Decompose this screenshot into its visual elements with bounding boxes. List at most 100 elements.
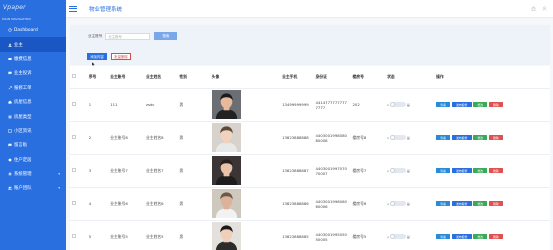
row-select-cell[interactable] [70,220,87,250]
cell-room: 楼房号7 [350,154,386,188]
toggle-knob[interactable] [389,168,395,173]
row-checkbox[interactable] [72,201,76,205]
cell-id-card: 44147777777777777 [313,88,351,122]
row-checkbox[interactable] [72,135,76,139]
cell-account: 111 [108,88,144,122]
row-checkbox[interactable] [72,168,76,172]
row-checkbox[interactable] [72,102,76,106]
status-on-label: 是 [406,168,410,173]
status-toggle[interactable]: x是 [387,168,432,173]
select-all-checkbox[interactable] [72,74,76,79]
table-row: 4 业主账号6 业主姓名6 男 13823888886 44030019960606000… [70,187,550,221]
view-button[interactable]: 查看 [436,102,451,107]
cell-room: 楼房号5 [350,220,386,250]
sidebar-item-4[interactable]: 报修工单 [0,81,66,95]
row-select-cell[interactable] [70,187,87,221]
view-button[interactable]: 查看 [436,234,451,239]
cell-actions: 查看 发布报修 修改 删除 [434,187,550,221]
toggle-track[interactable] [389,102,406,107]
batch-delete-button[interactable]: 批量删除 [111,53,131,60]
chevron-down-icon: ▾ [58,186,60,191]
edit-button[interactable]: 修改 [473,135,488,140]
repair-order-button[interactable]: 发布报修 [451,168,472,173]
sidebar-item-10[interactable]: 系统管理 ▾ [0,167,66,181]
brand: Vpaper [0,0,66,14]
sidebar-item-label: 业主 [14,42,23,48]
status-toggle[interactable]: x是 [387,135,432,140]
toggle-knob[interactable] [389,102,395,107]
lock-icon[interactable] [531,6,536,11]
user-menu-icon[interactable] [542,6,547,11]
sidebar-item-5[interactable]: 房屋信息 [0,95,66,109]
delete-button[interactable]: 删除 [488,234,503,239]
menu-toggle-icon[interactable] [69,5,77,12]
status-toggle[interactable]: x是 [387,234,432,239]
search-button[interactable]: 搜索 [154,32,178,40]
edit-button[interactable]: 修改 [473,234,488,239]
edit-button[interactable]: 修改 [473,102,488,107]
repair-order-button[interactable]: 发布报修 [451,234,472,239]
nav-list: Dashboard 业主缴费信息 业主投诉 报修工单 房屋信息房屋类型小区资讯 留言板住户… [0,23,70,196]
delete-button[interactable]: 删除 [488,102,503,107]
toggle-track[interactable] [389,234,406,239]
cell-status: x是 [385,187,435,221]
repair-order-button[interactable]: 发布报修 [451,102,472,107]
row-checkbox[interactable] [72,234,76,238]
row-select-cell[interactable] [70,154,87,188]
select-all-cell[interactable] [70,66,87,89]
view-button[interactable]: 查看 [436,168,451,173]
filter-row: 业主账号 业主账号 搜索 [88,32,178,40]
settings-icon [8,172,12,176]
sidebar-item-label: 住户定居 [14,157,32,163]
repair-order-button[interactable]: 发布报修 [451,201,472,206]
sidebar-item-2[interactable]: 缴费信息 [0,52,66,66]
repair-order-button[interactable]: 发布报修 [451,135,472,140]
delete-button[interactable]: 删除 [488,135,503,140]
cell-name: 业主姓名5 [144,220,178,250]
sidebar-item-0[interactable]: Dashboard [0,23,66,37]
toggle-knob[interactable] [389,135,395,140]
sidebar-item-6[interactable]: 房屋类型 [0,109,66,123]
view-button[interactable]: 查看 [436,135,451,140]
row-select-cell[interactable] [70,121,87,155]
cell-avatar [209,88,281,122]
toggle-knob[interactable] [389,201,395,206]
view-button[interactable]: 查看 [436,201,451,206]
sidebar-item-1[interactable]: 业主 [0,37,70,52]
toggle-knob[interactable] [389,234,395,239]
edit-button[interactable]: 修改 [473,168,488,173]
cell-room: 楼房号6 [350,187,386,221]
col-header-status: 状态 [385,66,435,89]
add-button[interactable]: 添加内容 [87,53,107,60]
main-content: 业主账号 业主账号 搜索 添加内容 批量删除 序号 业主账号 业主姓名 性别 头… [66,18,553,250]
cell-gender: 男 [177,154,210,188]
status-toggle[interactable]: x是 [387,201,432,206]
col-header-id-card: 身份证 [313,66,351,89]
delete-button[interactable]: 删除 [488,201,503,206]
avatar[interactable] [211,156,278,185]
row-select-cell[interactable] [70,88,87,122]
table-body: 1 111 zsdc 男 13499999999 44147777777777777 202… [70,88,550,250]
delete-button[interactable]: 删除 [488,168,503,173]
toggle-track[interactable] [389,201,406,206]
toggle-track[interactable] [389,135,406,140]
toggle-track[interactable] [389,168,406,173]
avatar[interactable] [211,123,278,152]
avatar[interactable] [211,222,278,250]
edit-button[interactable]: 修改 [473,201,488,206]
sidebar-item-label: 房屋类型 [14,114,32,120]
sidebar-item-9[interactable]: 住户定居 [0,153,66,167]
cell-account: 业主账号6 [108,187,144,221]
status-toggle[interactable]: x是 [387,102,432,107]
filter-label: 业主账号 [88,33,103,38]
sidebar-item-11[interactable]: 账户团队 ▾ [0,181,66,195]
cell-status: x是 [385,154,435,188]
account-search-input[interactable]: 业主账号 [105,32,151,40]
avatar[interactable] [211,189,278,218]
sidebar-item-3[interactable]: 业主投诉 [0,66,66,80]
sidebar-item-8[interactable]: 留言板 [0,138,66,152]
status-on-label: 是 [406,102,410,107]
dashboard-icon [8,28,12,32]
avatar[interactable] [211,90,278,119]
sidebar-item-7[interactable]: 小区资讯 [0,124,66,138]
